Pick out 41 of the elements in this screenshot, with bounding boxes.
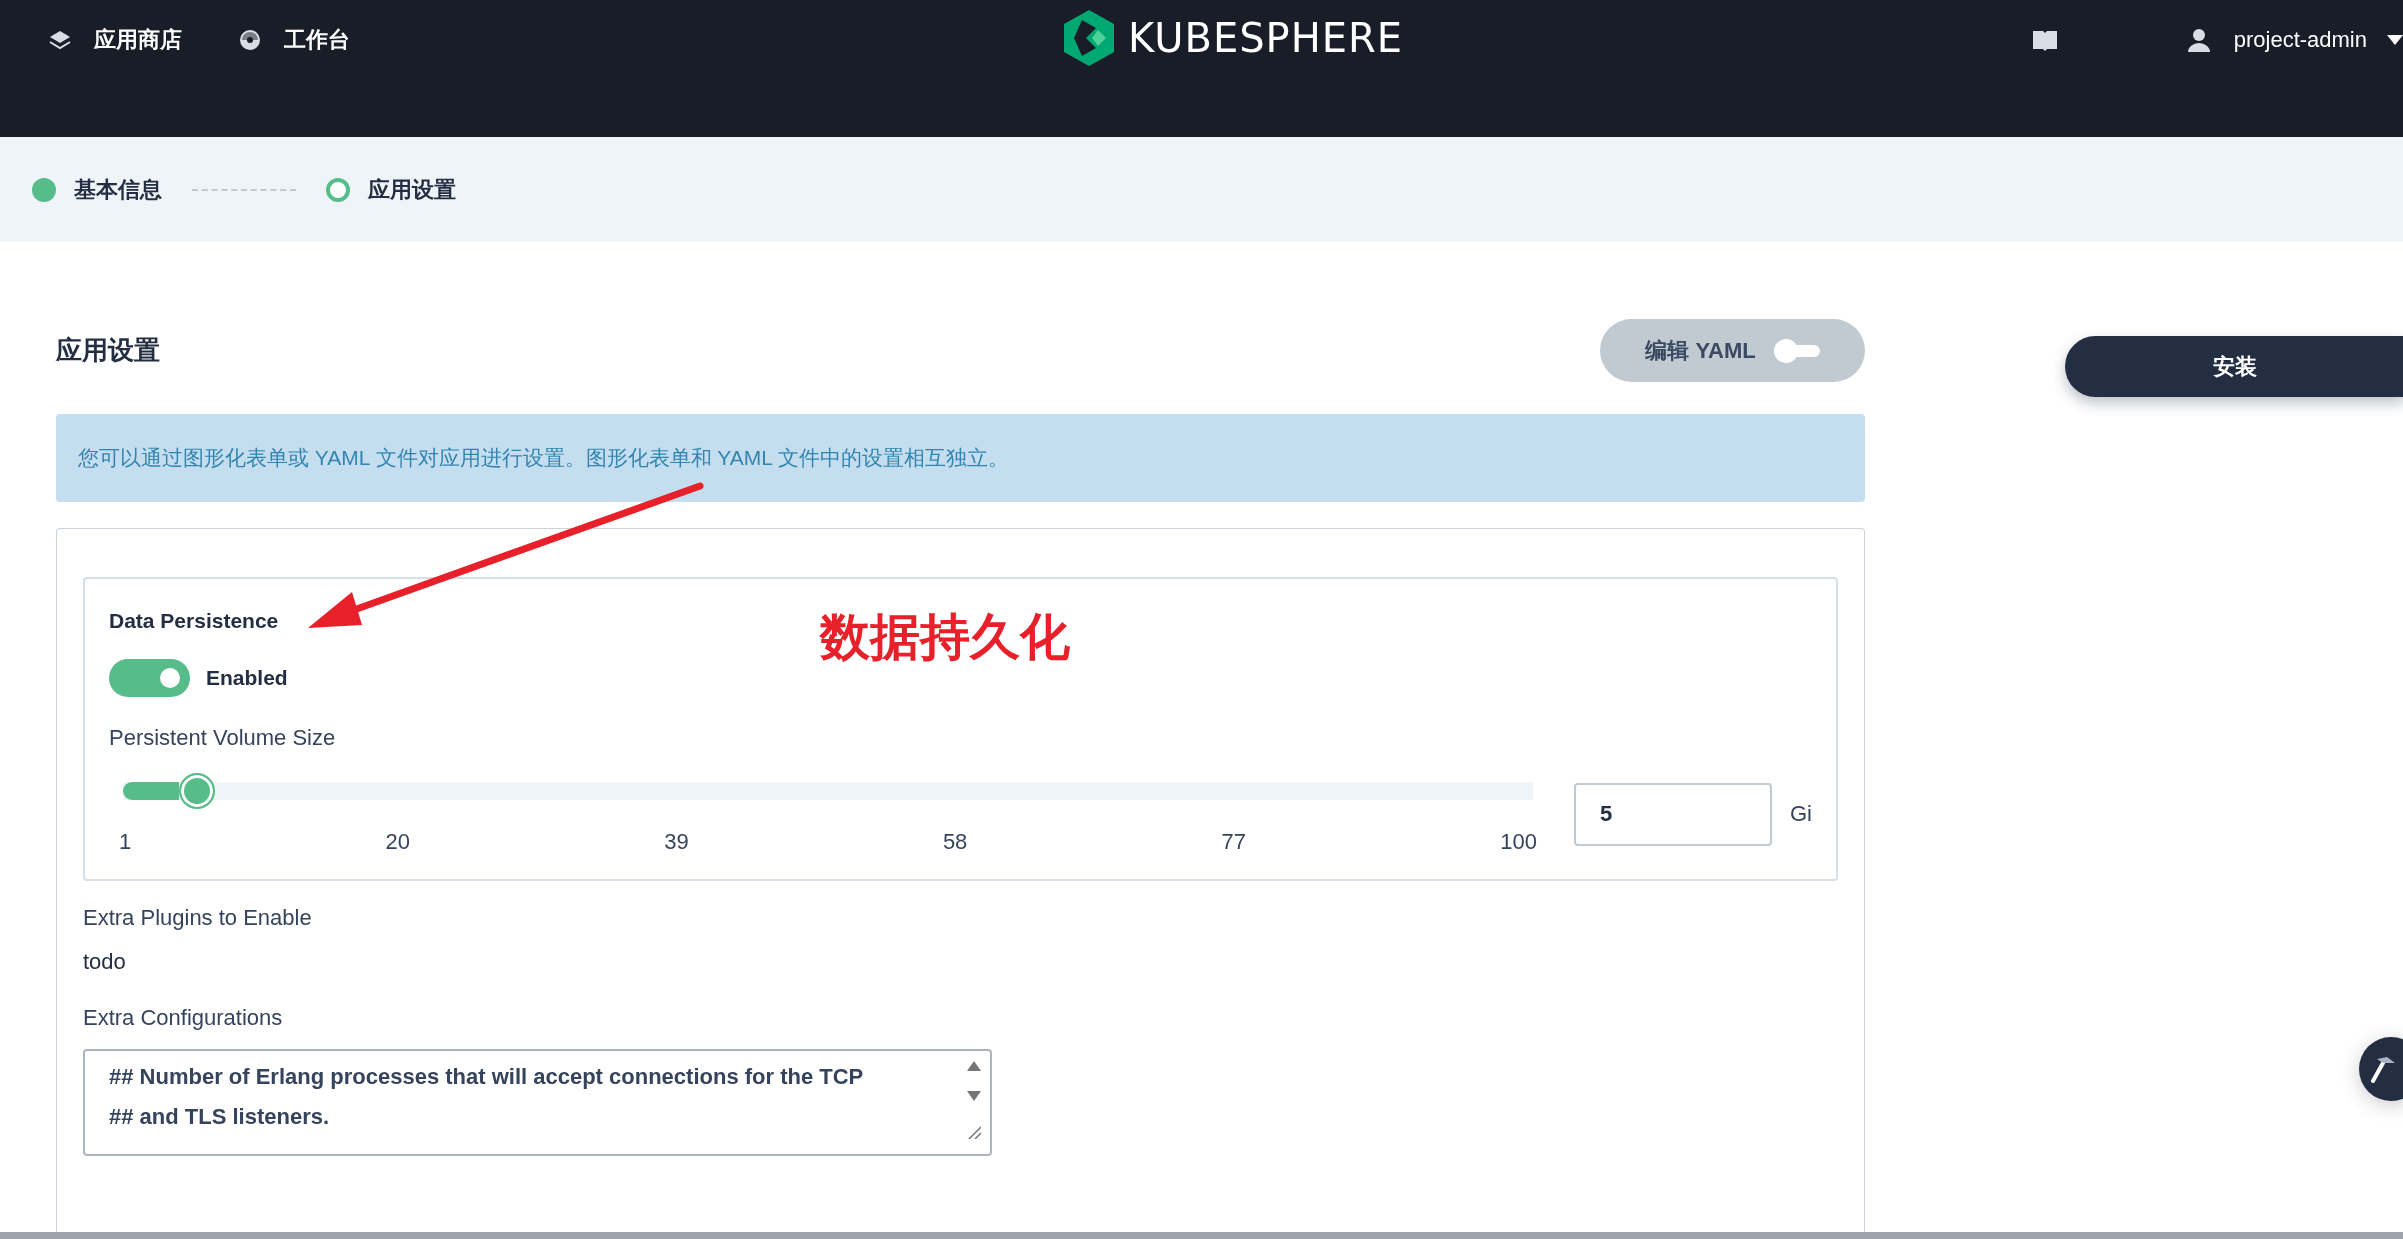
toggle-label: Enabled (206, 666, 288, 690)
unit-label: Gi (1790, 801, 1812, 827)
user-menu[interactable]: project-admin (2233, 27, 2367, 53)
caret-icon[interactable] (2387, 35, 2403, 45)
slider-tick-label: 58 (942, 829, 968, 855)
dashboard-icon (238, 28, 262, 52)
config-textarea[interactable]: ## Number of Erlang processes that will accept connections for the TCP ## and TLS listeners. (83, 1049, 992, 1156)
resize-grip-icon[interactable] (967, 1125, 981, 1139)
nav-link[interactable]: 应用商店 (48, 22, 182, 58)
slider-tick-label: 1 (119, 829, 132, 855)
field-value: todo (83, 949, 127, 975)
step-label: 应用设置 (368, 175, 456, 204)
annotation-text: 数据持久化 (820, 608, 1070, 667)
nav-link[interactable]: 工作台 (238, 22, 350, 58)
slider-tick-label: 39 (664, 829, 689, 855)
field-label: Extra Configurations (83, 1005, 284, 1031)
slider-tick-label: 20 (385, 829, 410, 855)
number-input[interactable]: 5 (1574, 782, 1772, 846)
toggle-switch[interactable] (109, 659, 190, 697)
hammer-icon (2369, 1055, 2397, 1083)
field-label: Persistent Volume Size (109, 725, 337, 751)
slider-tick-label: 77 (1221, 829, 1247, 855)
logo-text: KUBESPHERE (1128, 15, 1404, 61)
user-icon (2187, 28, 2210, 52)
logo-icon (1064, 10, 1114, 66)
install-button[interactable]: 安装 (2065, 336, 2403, 397)
code-line: ## Number of Erlang processes that will accept connections for the TCP (109, 1063, 865, 1091)
layers-icon (48, 29, 72, 51)
book-icon[interactable] (2031, 29, 2058, 51)
code-line: ## and TLS listeners. (109, 1103, 331, 1131)
step-label: 基本信息 (74, 175, 162, 204)
edit-yaml-toggle[interactable]: 编辑 YAML (1600, 319, 1865, 382)
section-title: 应用设置 (56, 334, 160, 367)
field-label: Extra Plugins to Enable (83, 905, 313, 931)
scroll-up-icon[interactable] (967, 1061, 981, 1071)
slider-thumb[interactable] (179, 773, 216, 809)
scroll-down-icon[interactable] (967, 1091, 981, 1101)
info-banner: 您可以通过图形化表单或 YAML 文件对应用进行设置。图形化表单和 YAML 文件中的设置相互独立。 (56, 414, 1865, 502)
slider-tick-label: 100 (1500, 829, 1537, 855)
group-title: Data Persistence (109, 609, 280, 633)
horizontal-scrollbar[interactable] (0, 1232, 2403, 1239)
